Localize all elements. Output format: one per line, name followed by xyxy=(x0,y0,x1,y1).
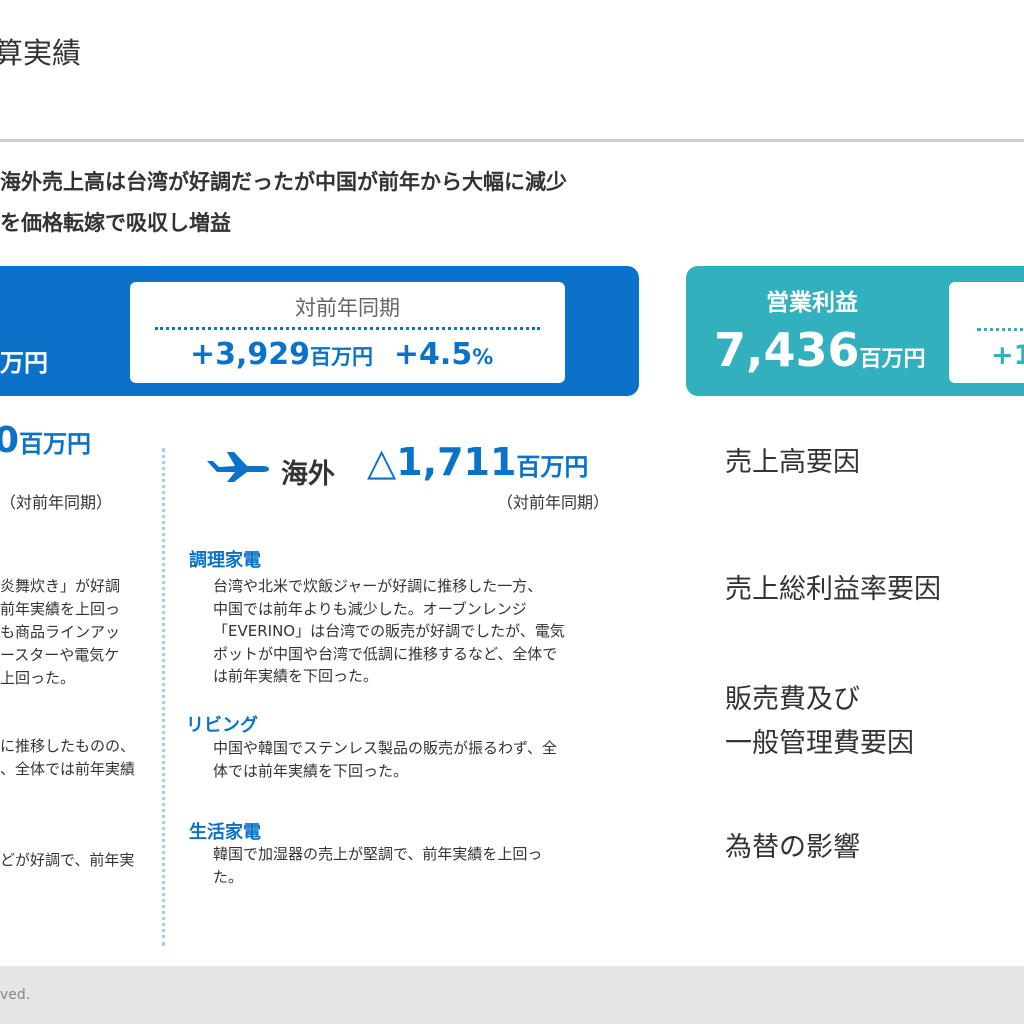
net-sales-unit: 万円 xyxy=(0,349,48,377)
factor-gross-margin: 売上総利益率要因 xyxy=(725,574,941,605)
airplane-icon xyxy=(207,452,269,482)
category-appliance: 生活家電 xyxy=(189,822,261,843)
op-yoy-divider xyxy=(977,328,1024,331)
factor-sales: 売上高要因 xyxy=(725,447,860,478)
overseas-sub: （対前年同期） xyxy=(497,493,610,512)
overseas-unit: 百万円 xyxy=(516,453,589,481)
domestic-value: 0百万円 xyxy=(0,420,91,461)
category-living-text: 中国や韓国でステンレス製品の販売が振るわず、全 体では前年実績を下回った。 xyxy=(213,739,557,780)
sales-yoy-pct: +4.5 xyxy=(393,337,473,372)
overseas-value: △1,711百万円 xyxy=(367,440,588,484)
operating-income-amount: 7,436 xyxy=(714,323,860,377)
category-cooking-text: 台湾や北米で炊飯ジャーが好調に推移した一方、 中国では前年よりも減少した。オーブ… xyxy=(213,577,565,685)
overseas-amount: △1,711 xyxy=(367,440,517,484)
domestic-amount: 0 xyxy=(0,420,20,461)
domestic-text-line: 、全体では前年実績 xyxy=(0,760,136,778)
domestic-text-line: ースターや電気ケ xyxy=(0,646,120,664)
domestic-text-line: 前年実績を上回っ xyxy=(0,600,121,618)
domestic-text-line: 炎舞炊き」が好調 xyxy=(0,577,121,595)
domestic-text-line: に推移したものの、 xyxy=(0,737,136,755)
operating-income-value: 7,436百万円 xyxy=(714,323,926,377)
operating-income-label: 営業利益 xyxy=(766,290,858,316)
domestic-text-line: も商品ラインアッ xyxy=(0,623,121,641)
footer-copyright: ved. xyxy=(0,987,31,1003)
domestic-text-line: どが好調で、前年実 xyxy=(0,851,135,869)
sales-yoy-value: +3,929百万円 +4.5% xyxy=(190,337,493,372)
factor-fx: 為替の影響 xyxy=(725,832,860,863)
category-living: リビング xyxy=(186,715,258,736)
category-appliance-text: 韓国で加湿器の売上が堅調で、前年実績を上回っ た。 xyxy=(213,845,543,886)
column-divider xyxy=(162,448,165,946)
page-title: 算実績 xyxy=(0,36,82,70)
op-yoy-value: +1 xyxy=(991,340,1024,371)
sales-yoy-label: 対前年同期 xyxy=(295,296,400,320)
sales-yoy-pct-sign: % xyxy=(472,345,494,369)
sales-yoy-unit: 百万円 xyxy=(310,345,374,369)
domestic-sub: （対前年同期） xyxy=(0,493,113,512)
category-cooking: 調理家電 xyxy=(189,550,261,571)
overseas-label: 海外 xyxy=(281,459,335,490)
headline-line-2: を価格転嫁で吸収し増益 xyxy=(0,211,231,235)
domestic-unit: 百万円 xyxy=(19,430,92,458)
footer-bar xyxy=(0,966,1024,1024)
sales-yoy-divider xyxy=(155,327,540,330)
sales-yoy-amount: +3,929 xyxy=(190,337,311,372)
factor-sga: 販売費及び 一般管理費要因 xyxy=(725,684,914,759)
domestic-text-line: 上回った。 xyxy=(0,669,76,687)
header-divider xyxy=(0,139,1024,142)
operating-income-unit: 百万円 xyxy=(859,347,926,372)
headline-line-1: 海外売上高は台湾が好調だったが中国が前年から大幅に減少 xyxy=(0,170,567,194)
